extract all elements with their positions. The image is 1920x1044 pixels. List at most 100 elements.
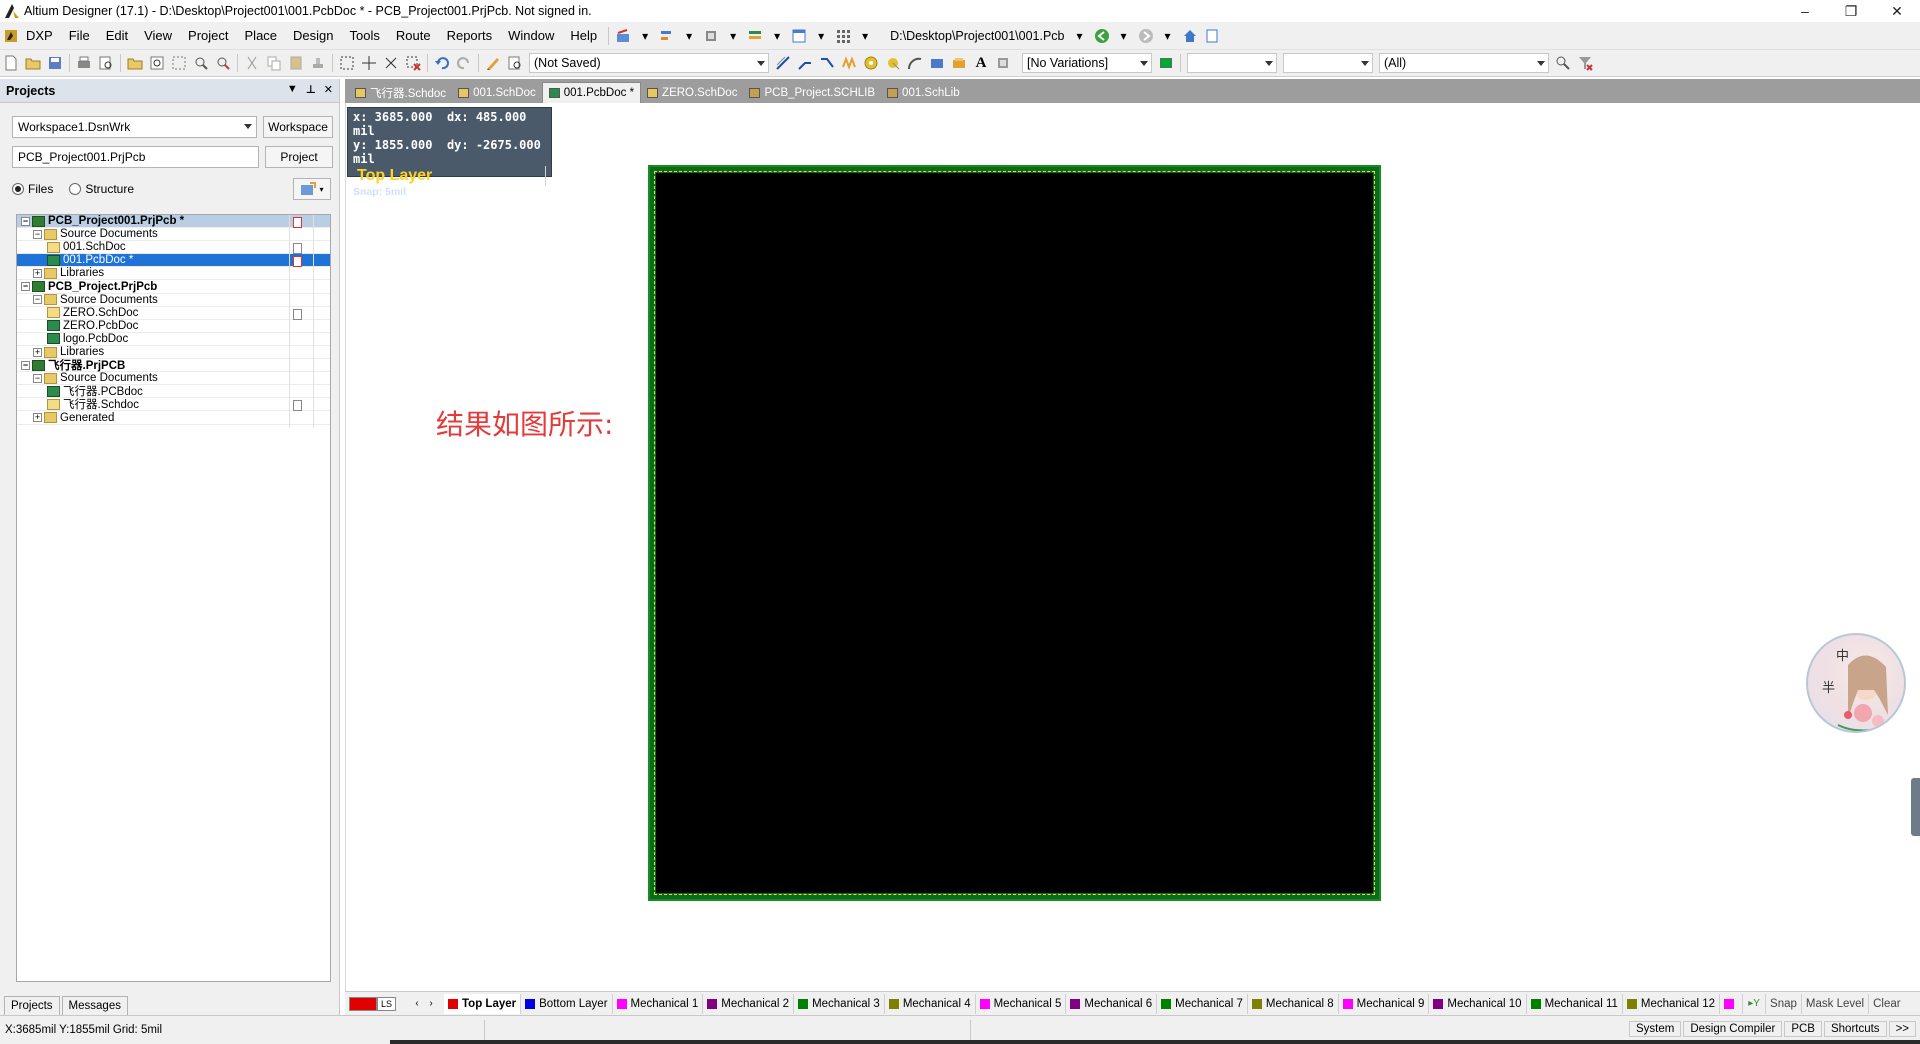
tree-item[interactable]: + Generated [17,411,330,428]
doc-tab[interactable]: PCB_Project.SCHLIB [743,82,881,103]
zoom-fit-icon[interactable] [148,54,166,72]
deselect-icon[interactable] [404,54,422,72]
tree-item[interactable]: − PCB_Project.PrjPcb [17,280,330,297]
dropdown-icon[interactable]: ▾ [724,27,742,45]
collapse-icon[interactable]: − [33,373,42,383]
menu-help[interactable]: Help [562,22,605,50]
layer-tab[interactable]: Mechanical 10 [1429,993,1527,1014]
menu-view[interactable]: View [136,22,180,50]
scroll-left-icon[interactable]: ‹ [410,998,424,1009]
project-button[interactable]: Project [265,146,333,168]
back-arrow-icon[interactable] [1093,27,1111,45]
panel-menu-icon[interactable]: ▼ [287,83,298,96]
tree-item[interactable]: logo.PcbDoc [17,332,330,349]
filter-combo-1[interactable] [1187,53,1277,73]
status-button-system[interactable]: System [1628,1021,1682,1037]
close-button[interactable]: ✕ [1874,0,1920,22]
menu-place[interactable]: Place [237,22,286,50]
move-icon[interactable] [360,54,378,72]
dxp-icon[interactable] [2,27,20,45]
tree-item[interactable]: ZERO.SchDoc [17,306,330,323]
menu-edit[interactable]: Edit [98,22,136,50]
zoom-selected-icon[interactable] [192,54,210,72]
route-multiple-icon[interactable] [796,54,814,72]
dropdown-icon[interactable]: ▾ [1159,27,1177,45]
tree-item[interactable]: 飞行器.Schdoc [17,398,330,415]
component-place-icon[interactable] [994,54,1012,72]
project-field[interactable]: PCB_Project001.PrjPcb [12,146,259,168]
scroll-right-icon[interactable]: › [424,998,438,1009]
browse-component-icon[interactable] [506,54,524,72]
tree-item[interactable]: 001.SchDoc [17,241,330,258]
layer-tab-overflow[interactable] [1720,993,1744,1014]
zoom-area-icon[interactable] [170,54,188,72]
save-state-combo[interactable]: (Not Saved) [529,53,769,73]
pad-icon[interactable] [862,54,880,72]
menu-route[interactable]: Route [388,22,439,50]
workspace-button[interactable]: Workspace [263,116,333,138]
rubber-stamp-icon[interactable] [309,54,327,72]
filter-all-combo[interactable]: (All) [1379,53,1549,73]
cut-icon[interactable] [243,54,261,72]
dropdown-icon[interactable]: ▾ [680,27,698,45]
layer-stack-icon[interactable] [746,27,764,45]
menu-reports[interactable]: Reports [439,22,501,50]
pcb-workspace[interactable]: x: 3685.000 dx: 485.000 mil y: 1855.000 … [345,103,1920,991]
print-preview-icon[interactable] [97,54,115,72]
menu-window[interactable]: Window [500,22,562,50]
collapse-icon[interactable]: − [33,295,42,305]
string-text-icon[interactable]: A [972,54,990,72]
undo-icon[interactable] [433,54,451,72]
workspace-select[interactable]: Workspace1.DsnWrk [12,116,257,138]
variations-combo[interactable]: [No Variations] [1022,53,1152,73]
document-link-icon[interactable] [1203,27,1221,45]
highlight-pen-icon[interactable] [484,54,502,72]
panel-tab-messages[interactable]: Messages [61,996,128,1015]
current-layer-color[interactable] [349,996,377,1011]
collapse-icon[interactable]: − [21,282,30,291]
component-icon[interactable] [702,27,720,45]
layer-overflow-icon[interactable]: ▸Y [1745,995,1763,1013]
collapse-icon[interactable]: − [21,216,30,226]
grid-icon[interactable] [834,27,852,45]
side-panel-tab[interactable] [1911,778,1920,836]
project-options-button[interactable]: ▾ [293,178,331,200]
status-button-shortcuts[interactable]: Shortcuts [1823,1021,1887,1037]
doc-tab[interactable]: 001.SchLib [881,82,966,103]
dropdown-icon[interactable]: ▾ [768,27,786,45]
interactive-route-icon[interactable] [774,54,792,72]
layer-tab[interactable]: Mechanical 11 [1527,993,1623,1014]
menu-design[interactable]: Design [285,22,341,50]
menu-dxp[interactable]: DXP [22,22,61,50]
tree-item[interactable]: ZERO.PcbDoc [17,319,330,336]
structure-radio[interactable] [69,183,82,195]
maximize-button[interactable]: ❐ [1828,0,1874,22]
expand-icon[interactable]: + [33,347,42,357]
tree-item[interactable]: − Source Documents [17,293,330,310]
fill-icon[interactable] [928,54,946,72]
dropdown-icon[interactable]: ▾ [856,27,874,45]
document-path[interactable]: D:\Desktop\Project001\001.Pcb [886,29,1068,43]
open-folder-icon[interactable] [24,54,42,72]
tree-item[interactable]: − Source Documents [17,228,330,245]
move-selection-icon[interactable] [382,54,400,72]
layer-tab[interactable]: Mechanical 4 [885,993,976,1014]
doc-tab[interactable]: ZERO.SchDoc [641,82,743,103]
panel-tab-projects[interactable]: Projects [4,996,60,1015]
via-icon[interactable] [884,54,902,72]
doc-tab[interactable]: 001.PcbDoc * [541,82,642,103]
layer-tab[interactable]: Mechanical 9 [1339,993,1430,1014]
expand-icon[interactable]: + [33,268,42,278]
layer-tab[interactable]: Mechanical 5 [976,993,1067,1014]
apply-filter-icon[interactable] [1554,54,1572,72]
mask-level-button[interactable]: Mask Level [1800,993,1868,1014]
menu-project[interactable]: Project [180,22,236,50]
print-icon[interactable] [75,54,93,72]
dropdown-icon[interactable]: ▾ [812,27,830,45]
clear-filter-icon[interactable] [1576,54,1594,72]
pcb-board[interactable] [648,165,1381,901]
dropdown-icon[interactable]: ▾ [1071,27,1089,45]
status-button--[interactable]: >> [1888,1021,1916,1037]
layer-tab[interactable]: Mechanical 7 [1157,993,1248,1014]
route-differential-icon[interactable] [818,54,836,72]
